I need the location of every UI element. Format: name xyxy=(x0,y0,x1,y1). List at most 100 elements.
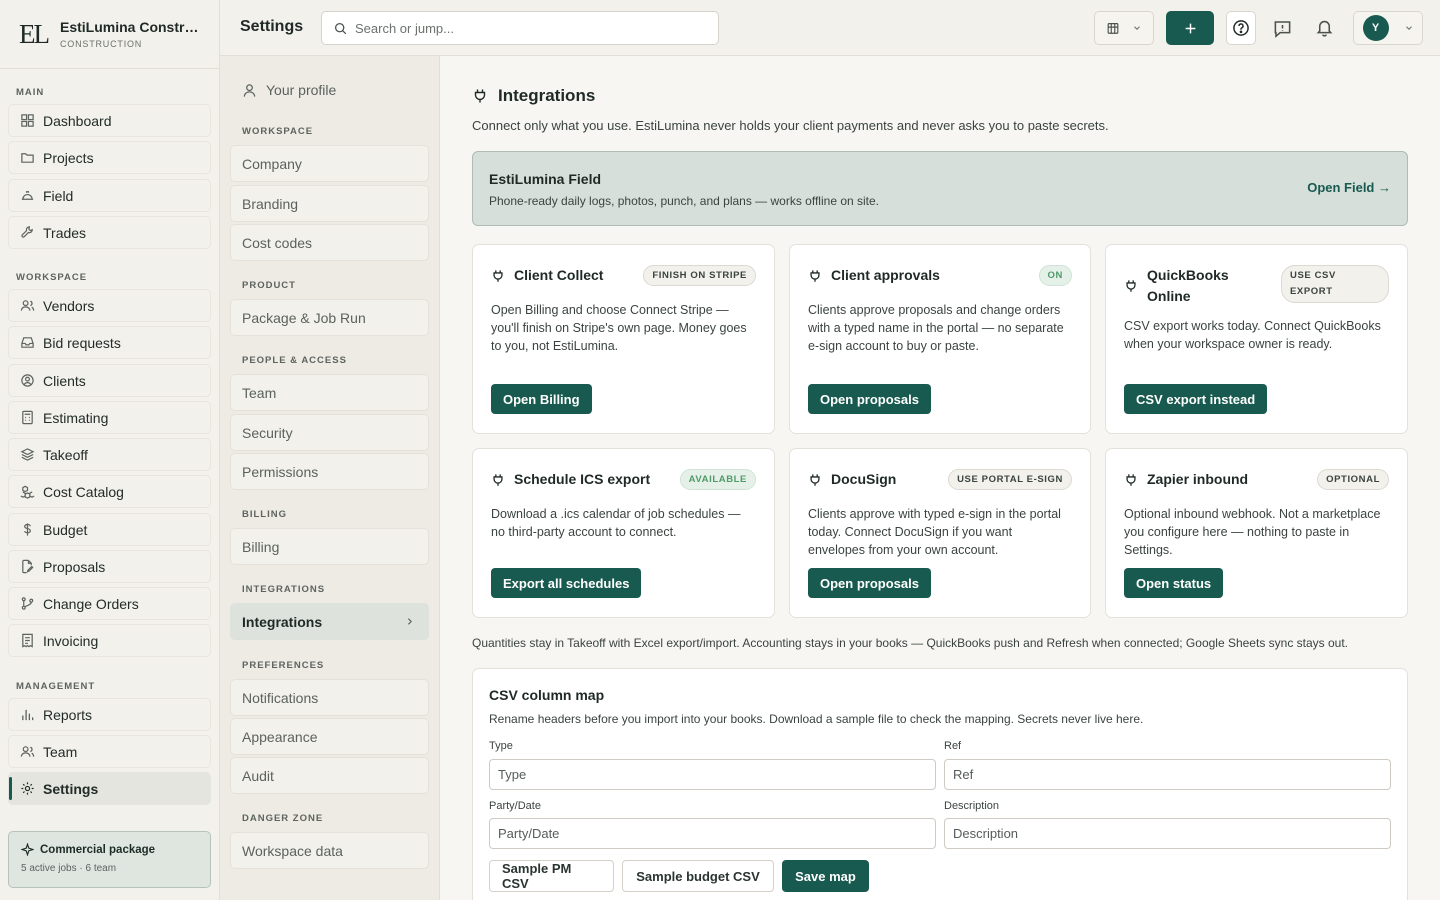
settings-group-preferences: PREFERENCES xyxy=(242,660,325,671)
page-title: Settings xyxy=(240,18,304,35)
sidebar-item-vendors[interactable]: Vendors xyxy=(8,289,211,322)
status-badge: AVAILABLE xyxy=(679,469,756,490)
settings-nav-cost-codes[interactable]: Cost codes xyxy=(230,224,429,261)
settings-group-danger-zone: DANGER ZONE xyxy=(242,813,324,824)
settings-nav-label: Company xyxy=(242,155,302,172)
save-map-button[interactable]: Save map xyxy=(782,860,869,892)
help-button[interactable] xyxy=(1226,11,1256,45)
hardhat-icon xyxy=(21,191,34,200)
card-desc: CSV export works today. Connect QuickBoo… xyxy=(1124,319,1381,351)
type-field-label: Type xyxy=(489,740,513,752)
sidebar-item-projects[interactable]: Projects xyxy=(8,141,211,174)
party-date-field-label: Party/Date xyxy=(489,800,541,812)
users-icon xyxy=(20,300,35,311)
sidebar-item-field[interactable]: Field xyxy=(8,179,211,212)
sidebar-item-proposals[interactable]: Proposals xyxy=(8,550,211,583)
sidebar-item-budget[interactable]: Budget xyxy=(8,513,211,546)
settings-nav-label: Workspace data xyxy=(242,842,343,859)
settings-nav-billing[interactable]: Billing xyxy=(230,528,429,565)
grid-icon xyxy=(21,114,34,127)
users-icon xyxy=(20,746,35,757)
sidebar-section-management: MANAGEMENT xyxy=(16,681,96,692)
settings-nav-your-profile[interactable]: Your profile xyxy=(242,82,336,98)
workspace-switcher-button[interactable] xyxy=(1094,11,1154,45)
building-icon xyxy=(1107,23,1119,34)
settings-nav-permissions[interactable]: Permissions xyxy=(230,453,429,490)
settings-nav-team[interactable]: Team xyxy=(230,374,429,411)
csv-column-map: CSV column map Rename headers before you… xyxy=(472,668,1408,900)
settings-nav-appearance[interactable]: Appearance xyxy=(230,718,429,755)
settings-nav-package-job-run[interactable]: Package & Job Run xyxy=(230,299,429,336)
open-proposals-button[interactable]: Open proposals xyxy=(808,384,931,414)
package-card[interactable]: Commercial package 5 active jobs · 6 tea… xyxy=(8,831,211,888)
open-proposals-button[interactable]: Open proposals xyxy=(808,568,931,598)
sidebar-item-team[interactable]: Team xyxy=(8,735,211,768)
settings-nav-notifications[interactable]: Notifications xyxy=(230,679,429,716)
sidebar-item-invoicing[interactable]: Invoicing xyxy=(8,624,211,657)
account-menu-button[interactable]: Y xyxy=(1353,11,1423,45)
card-desc: Download a .ics calendar of job schedule… xyxy=(491,507,741,539)
sidebar-item-trades[interactable]: Trades xyxy=(8,216,211,249)
settings-nav-branding[interactable]: Branding xyxy=(230,185,429,222)
status-badge: ON xyxy=(1038,265,1072,286)
card-desc: Clients approve with typed e-sign in the… xyxy=(808,507,1061,557)
brand-name: EstiLumina Construction xyxy=(60,19,202,35)
integration-card-client-approvals: Client approvals ON Clients approve prop… xyxy=(789,244,1091,434)
sidebar-item-cost-catalog[interactable]: Cost Catalog xyxy=(8,475,211,508)
sidebar-item-reports[interactable]: Reports xyxy=(8,698,211,731)
open-status-button[interactable]: Open status xyxy=(1124,568,1224,598)
integration-card-docusign: DocuSign USE PORTAL E-SIGN Clients appro… xyxy=(789,448,1091,618)
plug-icon xyxy=(810,473,820,486)
ref-field[interactable]: Ref xyxy=(944,759,1391,790)
csv-map-title: CSV column map xyxy=(489,687,605,703)
sidebar-item-label: Bid requests xyxy=(43,334,121,351)
integration-card-client-collect: Client Collect FINISH ON STRIPE Open Bil… xyxy=(472,244,775,434)
integration-card-quickbooks: QuickBooks Online USE CSV EXPORT CSV exp… xyxy=(1105,244,1408,434)
sidebar-item-estimating[interactable]: Estimating xyxy=(8,401,211,434)
export-schedules-button[interactable]: Export all schedules xyxy=(491,568,642,598)
settings-group-workspace: WORKSPACE xyxy=(242,126,314,137)
csv-export-button[interactable]: CSV export instead xyxy=(1124,384,1268,414)
party-date-field[interactable]: Party/Date xyxy=(489,818,936,849)
folder-icon xyxy=(21,153,34,163)
sidebar-item-label: Cost Catalog xyxy=(43,483,124,500)
notifications-button[interactable] xyxy=(1315,18,1334,37)
integrations-panel: Integrations Connect only what you use. … xyxy=(440,56,1440,900)
settings-nav-label: Cost codes xyxy=(242,234,313,251)
settings-nav-workspace-data[interactable]: Workspace data xyxy=(230,832,429,869)
description-field[interactable]: Description xyxy=(944,818,1391,849)
plug-icon xyxy=(1126,280,1136,292)
ref-field-placeholder: Ref xyxy=(953,767,974,782)
sidebar-item-takeoff[interactable]: Takeoff xyxy=(8,438,211,471)
sidebar-item-bid-requests[interactable]: Bid requests xyxy=(8,326,211,359)
sidebar-section-workspace: WORKSPACE xyxy=(16,272,88,283)
settings-nav-audit[interactable]: Audit xyxy=(230,757,429,794)
open-billing-button[interactable]: Open Billing xyxy=(491,384,592,414)
sidebar-item-dashboard[interactable]: Dashboard xyxy=(8,104,211,137)
party-date-field-placeholder: Party/Date xyxy=(498,826,560,841)
feedback-button[interactable] xyxy=(1273,19,1292,38)
user-icon xyxy=(243,83,256,97)
search-placeholder: Search or jump... xyxy=(355,20,454,36)
brand[interactable]: EL EstiLumina Construction CONSTRUCTION xyxy=(0,0,219,69)
settings-nav-security[interactable]: Security xyxy=(230,414,429,451)
sidebar-item-settings[interactable]: Settings xyxy=(8,772,211,805)
settings-nav-label: Security xyxy=(242,424,293,441)
git-branch-icon xyxy=(21,597,34,610)
sidebar-item-clients[interactable]: Clients xyxy=(8,364,211,397)
settings-nav-integrations[interactable]: Integrations xyxy=(230,603,429,640)
sidebar-item-label: Invoicing xyxy=(43,632,99,649)
bar-chart-icon xyxy=(22,709,34,721)
package-sub: 5 active jobs · 6 team xyxy=(21,863,117,874)
type-field[interactable]: Type xyxy=(489,759,936,790)
search-input[interactable]: Search or jump... xyxy=(321,11,719,45)
settings-nav-company[interactable]: Company xyxy=(230,145,429,182)
open-field-link[interactable]: Open Field → xyxy=(1307,180,1391,195)
sample-pm-csv-button[interactable]: Sample PM CSV xyxy=(489,860,614,892)
create-new-button[interactable] xyxy=(1166,11,1214,45)
sidebar-item-change-orders[interactable]: Change Orders xyxy=(8,587,211,620)
card-title: Schedule ICS export xyxy=(514,471,651,487)
sample-budget-csv-button[interactable]: Sample budget CSV xyxy=(622,860,774,892)
settings-nav-label: Notifications xyxy=(242,689,319,706)
sidebar-item-label: Reports xyxy=(43,706,93,723)
